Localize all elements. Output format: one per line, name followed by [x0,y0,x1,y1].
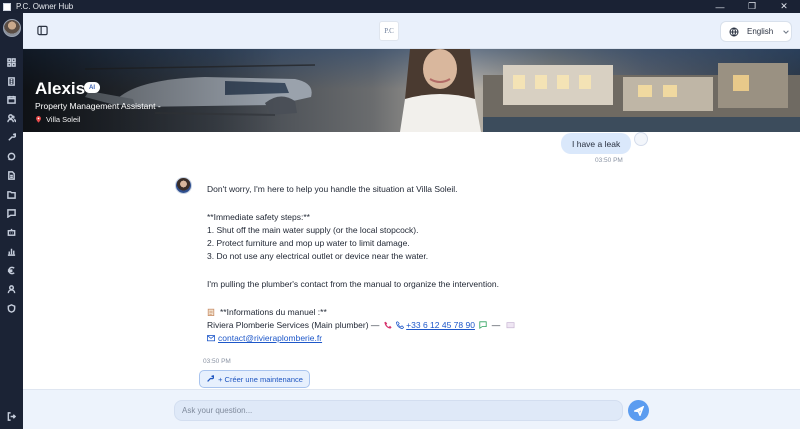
sidebar-item-chat[interactable] [0,149,23,163]
person-icon [7,284,16,293]
calendar-icon [7,95,16,104]
sidebar-item-properties[interactable] [0,74,23,88]
message-line: 2. Protect furniture and mop up water to… [207,238,410,248]
users-icon [7,113,16,122]
phone-outline-icon [396,321,405,329]
user-message-bubble: I have a leak [561,133,632,154]
villa-image [483,63,800,132]
plumber-email-link[interactable]: contact@rivieraplomberie.fr [218,333,322,343]
sidebar-item-analytics[interactable] [0,244,23,258]
plumber-email-line: contact@rivieraplomberie.fr [207,332,627,345]
assistant-portrait-image [400,49,481,132]
message-line: I'm pulling the plumber's contact from t… [207,279,499,289]
message-line: Don't worry, I'm here to help you handle… [207,184,458,194]
shield-icon [7,303,16,313]
sidebar-item-dashboard[interactable] [0,55,23,69]
message-line: 1. Shut off the main water supply (or th… [207,225,419,235]
wrench-icon [207,375,215,382]
phone-icon [384,321,392,329]
language-selector[interactable]: English [720,21,792,42]
app-icon [3,2,11,11]
sidebar-item-documents[interactable] [0,168,23,182]
logout-icon [7,411,16,421]
send-icon [633,405,644,416]
chevron-down-icon [783,29,790,34]
globe-icon [729,27,739,36]
assistant-avatar [175,177,192,194]
user-message-avatar [634,132,648,146]
window-title: P.C. Owner Hub [16,2,74,11]
sidebar-item-profile[interactable] [0,282,23,296]
sidebar-item-security[interactable] [0,301,23,315]
property-location: Villa Soleil [35,115,80,124]
sidebar-item-calendar[interactable] [0,92,23,106]
sidebar [0,13,23,429]
sidebar-item-assistant[interactable] [0,225,23,239]
create-maintenance-label: + Créer une maintenance [218,374,303,384]
chat-thread[interactable]: I have a leak 03:50 PM Don't worry, I'm … [23,132,800,389]
chart-icon [7,248,16,256]
message-line: **Immediate safety steps:** [207,212,310,222]
sidebar-item-files[interactable] [0,187,23,201]
message-composer [23,389,800,429]
location-pin-icon [36,116,41,123]
user-message-time: 03:50 PM [595,157,623,164]
message-line: 3. Do not use any electrical outlet or d… [207,251,429,261]
assistant-message: Don't worry, I'm here to help you handle… [207,183,627,345]
assistant-role: Property Management Assistant - [35,101,161,111]
logout-button[interactable] [0,409,23,423]
assistant-name: Alexis [35,79,86,98]
create-maintenance-button[interactable]: + Créer une maintenance [199,370,310,388]
message-line: **Informations du manuel :** [220,307,327,317]
sidebar-item-maintenance[interactable] [0,130,23,144]
minimize-button[interactable]: — [708,0,732,13]
plumber-contact-line: Riviera Plomberie Services (Main plumber… [207,319,627,332]
contact-prefix: Riviera Plomberie Services (Main plumber… [207,320,380,330]
speech-bubble-icon [479,321,487,329]
building-icon [8,76,15,86]
user-avatar[interactable] [3,19,21,37]
wrench-icon [8,132,16,141]
envelope-icon [506,322,514,329]
property-name: Villa Soleil [46,115,81,124]
question-input[interactable] [174,400,623,421]
sidebar-item-messages[interactable] [0,206,23,220]
robot-icon [7,228,16,236]
assistant-hero-banner: Alexis AI Property Management Assistant … [23,49,800,132]
ai-badge: AI [84,82,100,93]
message-icon [7,208,16,218]
title-bar: P.C. Owner Hub — ❐ ✕ [0,0,800,13]
sidebar-item-users[interactable] [0,111,23,125]
top-header: P.C English [23,13,800,49]
send-button[interactable] [628,400,649,421]
assistant-message-time: 03:50 PM [203,358,231,365]
mail-icon [207,335,215,342]
sidebar-item-finance[interactable] [0,263,23,277]
manual-info-line: **Informations du manuel :** [207,306,627,319]
chat-icon [7,152,16,160]
dashboard-icon [7,57,16,67]
folder-icon [7,190,16,199]
sidebar-toggle-icon[interactable] [37,25,48,36]
language-label: English [747,27,774,36]
euro-icon [7,266,15,274]
close-button[interactable]: ✕ [772,0,796,13]
contact-separator: — [491,320,501,330]
maximize-button[interactable]: ❐ [740,0,764,13]
clipboard-icon [207,308,215,316]
plumber-phone-link[interactable]: +33 6 12 45 78 90 [406,320,475,330]
document-icon [8,170,15,180]
brand-logo: P.C [379,21,399,41]
